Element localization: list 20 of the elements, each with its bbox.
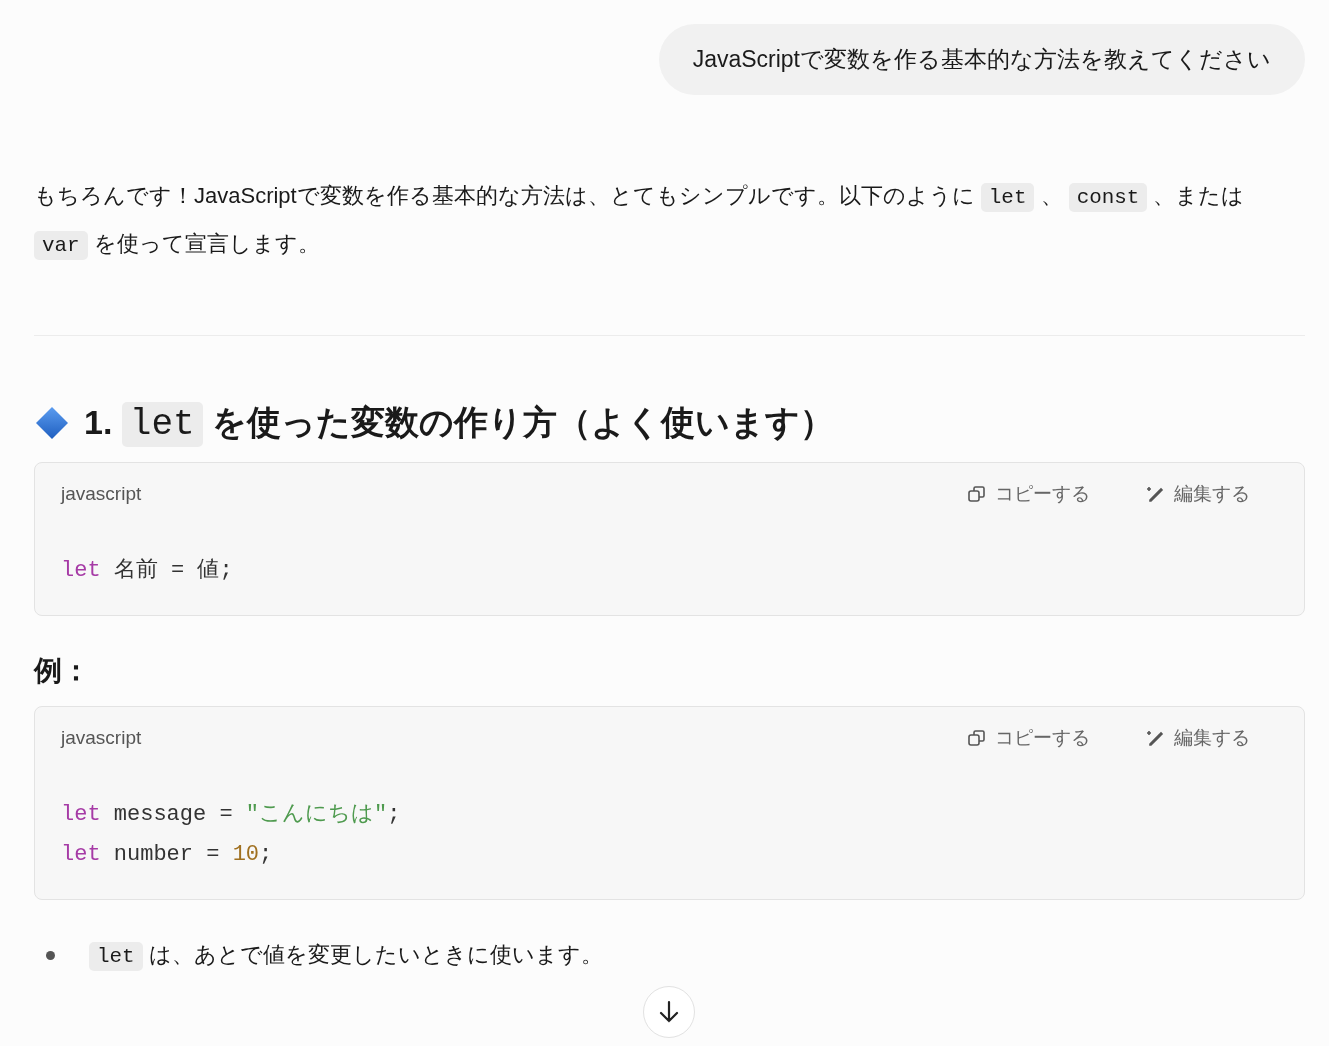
list-item: let は、あとで値を変更したいときに使います。	[89, 940, 603, 970]
copy-icon	[967, 484, 987, 504]
diamond-icon	[34, 405, 70, 441]
copy-button[interactable]: コピーする	[967, 481, 1090, 507]
code-text: let message = "こんにちは"; let number = 10;	[61, 801, 402, 869]
code-language: javascript	[61, 727, 143, 749]
edit-button[interactable]: 編集する	[1146, 481, 1250, 507]
copy-icon	[967, 728, 987, 748]
scroll-down-button[interactable]	[643, 986, 695, 1038]
response-paragraph: もちろんです！JavaScriptで変数を作る基本的な方法は、とてもシンプルです。以下のように let 、 const 、または var を使って宣言します。	[34, 173, 1305, 269]
pencil-icon	[1146, 484, 1166, 504]
edit-button[interactable]: 編集する	[1146, 725, 1250, 751]
code-text: let 名前 = 値;	[61, 557, 234, 585]
user-message: JavaScriptで変数を作る基本的な方法を教えてください	[658, 24, 1305, 95]
subheading: 例：	[34, 654, 91, 688]
pencil-icon	[1146, 728, 1166, 748]
bullet-icon	[46, 950, 55, 960]
section-heading: 1. let を使った変数の作り方（よく使います）	[84, 401, 835, 446]
copy-button[interactable]: コピーする	[967, 725, 1090, 751]
code-language: javascript	[61, 483, 143, 505]
